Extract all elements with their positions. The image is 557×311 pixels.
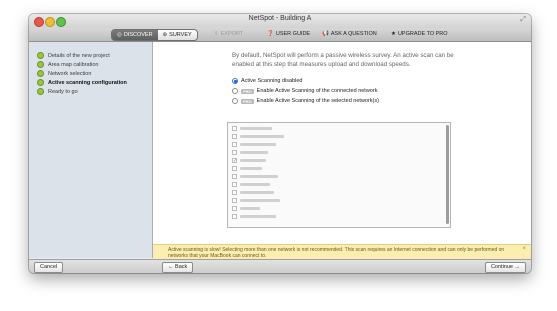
network-row[interactable]: [232, 125, 272, 132]
ask-question-button[interactable]: 📢 ASK A QUESTION: [322, 29, 377, 40]
step-label: Network selection: [48, 70, 92, 77]
network-checkbox[interactable]: [232, 214, 237, 219]
network-row[interactable]: [232, 189, 274, 196]
network-row[interactable]: ✓: [232, 157, 266, 164]
pro-badge: PRO: [241, 98, 254, 104]
warning-banner: Active scanning is slow! Selecting more …: [153, 244, 531, 260]
survey-label: SURVEY: [169, 32, 192, 38]
option-label: Enable Active Scanning of the selected n…: [256, 98, 379, 104]
network-checkbox[interactable]: [232, 142, 237, 147]
option-selected-networks[interactable]: PRO Enable Active Scanning of the select…: [232, 98, 379, 104]
redacted-network-name: [240, 151, 268, 154]
redacted-network-name: [240, 191, 274, 194]
network-checkbox[interactable]: [232, 198, 237, 203]
network-checkbox[interactable]: [232, 150, 237, 155]
radio-button[interactable]: [232, 88, 238, 94]
toolbar: ◎ DISCOVER ⊚ SURVEY ⇪ EXPORT ❓ USER GUID…: [29, 28, 531, 42]
user-guide-button[interactable]: ❓ USER GUIDE: [267, 29, 310, 40]
option-label: Enable Active Scanning of the connected …: [256, 88, 378, 94]
radio-button[interactable]: [232, 78, 238, 84]
cancel-button[interactable]: Cancel: [34, 262, 64, 273]
discover-tab[interactable]: ◎ DISCOVER: [112, 30, 158, 40]
redacted-network-name: [240, 135, 284, 138]
network-list-scrollbar[interactable]: [446, 125, 449, 224]
network-checkbox[interactable]: [232, 182, 237, 187]
title-bar: NetSpot - Building A ⤢: [29, 14, 531, 28]
step-label: Details of the new project: [48, 52, 110, 59]
redacted-network-name: [240, 207, 260, 210]
step-label: Area map calibration: [48, 61, 99, 68]
export-label: EXPORT: [220, 31, 244, 37]
network-row[interactable]: [232, 141, 276, 148]
network-row[interactable]: [232, 173, 278, 180]
step-complete-icon: [37, 88, 44, 95]
radio-button[interactable]: [232, 98, 238, 104]
survey-tab[interactable]: ⊚ SURVEY: [157, 30, 197, 40]
wizard-steps-sidebar: Details of the new project Area map cali…: [29, 42, 153, 258]
network-row[interactable]: [232, 133, 284, 140]
upgrade-label: UPGRADE TO PRO: [397, 31, 448, 37]
network-row[interactable]: [232, 149, 268, 156]
network-checkbox[interactable]: [232, 166, 237, 171]
redacted-network-name: [240, 143, 276, 146]
network-row[interactable]: [232, 181, 270, 188]
step-complete-icon: [37, 52, 44, 59]
upgrade-button[interactable]: ★ UPGRADE TO PRO: [391, 29, 448, 40]
discover-label: DISCOVER: [123, 32, 153, 38]
bottom-bar: Cancel ← Back Continue →: [29, 259, 531, 273]
pro-badge: PRO: [241, 88, 254, 94]
network-row[interactable]: [232, 205, 260, 212]
step-item[interactable]: Ready to go: [37, 88, 78, 95]
ask-label: ASK A QUESTION: [330, 31, 377, 37]
megaphone-icon: 📢: [322, 31, 329, 37]
back-button[interactable]: ← Back: [162, 262, 194, 273]
main-content: By default, NetSpot will perform a passi…: [153, 42, 531, 244]
step-current-icon: [37, 79, 44, 86]
network-row[interactable]: [232, 165, 262, 172]
redacted-network-name: [240, 175, 278, 178]
network-checkbox[interactable]: [232, 126, 237, 131]
step-label: Active scanning configuration: [48, 79, 127, 86]
redacted-network-name: [240, 159, 266, 162]
app-window: NetSpot - Building A ⤢ ◎ DISCOVER ⊚ SURV…: [29, 14, 531, 273]
export-button[interactable]: ⇪ EXPORT: [214, 29, 243, 40]
network-row[interactable]: [232, 213, 276, 220]
continue-button[interactable]: Continue →: [484, 262, 526, 273]
survey-icon: ⊚: [162, 32, 168, 38]
network-checkbox[interactable]: ✓: [232, 158, 237, 164]
option-disabled[interactable]: Active Scanning disabled: [232, 78, 302, 84]
description-text: By default, NetSpot will perform a passi…: [232, 52, 454, 68]
option-label: Active Scanning disabled: [241, 78, 303, 84]
step-item-current[interactable]: Active scanning configuration: [37, 79, 127, 86]
redacted-network-name: [240, 215, 276, 218]
user-guide-label: USER GUIDE: [275, 31, 311, 37]
window-title: NetSpot - Building A: [248, 15, 312, 22]
option-connected-network[interactable]: PRO Enable Active Scanning of the connec…: [232, 88, 377, 94]
network-checkbox[interactable]: [232, 174, 237, 179]
network-checkbox[interactable]: [232, 190, 237, 195]
step-complete-icon: [37, 61, 44, 68]
network-checkbox[interactable]: [232, 134, 237, 139]
redacted-network-name: [240, 183, 270, 186]
close-warning-icon[interactable]: ×: [522, 246, 526, 252]
redacted-network-name: [240, 127, 272, 130]
fullscreen-icon[interactable]: ⤢: [520, 16, 526, 24]
network-row[interactable]: [232, 197, 280, 204]
discover-icon: ◎: [117, 32, 122, 38]
step-item[interactable]: Details of the new project: [37, 52, 110, 59]
star-icon: ★: [391, 31, 396, 37]
redacted-network-name: [240, 167, 262, 170]
export-icon: ⇪: [214, 31, 219, 37]
warning-text: Active scanning is slow! Selecting more …: [168, 247, 505, 259]
help-icon: ❓: [267, 31, 274, 37]
mode-switch: ◎ DISCOVER ⊚ SURVEY: [111, 29, 198, 41]
redacted-network-name: [240, 199, 280, 202]
network-list[interactable]: ✓: [227, 122, 451, 228]
step-complete-icon: [37, 70, 44, 77]
step-label: Ready to go: [48, 88, 78, 95]
network-checkbox[interactable]: [232, 206, 237, 211]
step-item[interactable]: Network selection: [37, 70, 91, 77]
step-item[interactable]: Area map calibration: [37, 61, 98, 68]
